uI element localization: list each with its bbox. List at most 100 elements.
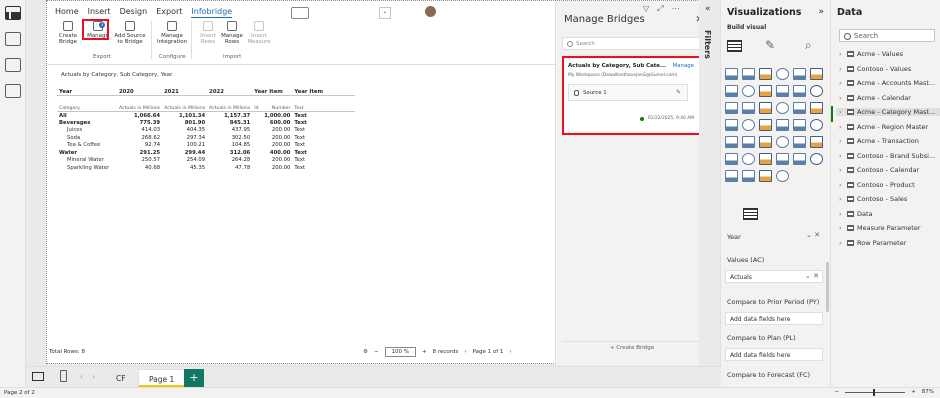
matrix-visual-icon[interactable] xyxy=(743,208,758,220)
visual-type-icon[interactable] xyxy=(810,136,823,148)
visual-type-icon[interactable] xyxy=(759,153,772,165)
visual-type-icon[interactable] xyxy=(742,68,755,80)
visual-type-icon[interactable] xyxy=(793,119,806,131)
visual-type-icon[interactable] xyxy=(759,119,772,131)
values-field[interactable]: Actuals ⌄ ✕ xyxy=(725,270,823,283)
format-visual-icon[interactable]: ✎ xyxy=(765,38,775,52)
visual-type-icon[interactable] xyxy=(725,85,738,97)
visual-type-icon[interactable] xyxy=(725,170,738,182)
desktop-view-icon[interactable] xyxy=(32,372,44,381)
pl-drop-zone[interactable]: Add data fields here xyxy=(725,348,823,361)
expand-chevron-icon[interactable]: › xyxy=(839,166,847,174)
manage-integration-button[interactable]: Manage Integration xyxy=(155,21,189,51)
expand-chevron-icon[interactable]: › xyxy=(839,94,847,102)
visual-type-icon[interactable] xyxy=(742,102,755,114)
expand-chevron-icon[interactable]: « xyxy=(705,4,711,14)
dax-view-icon[interactable] xyxy=(5,84,21,98)
expand-chevron-icon[interactable]: › xyxy=(839,137,847,145)
visual-type-icon[interactable] xyxy=(793,102,806,114)
expand-chevron-icon[interactable]: › xyxy=(839,108,847,116)
data-table-item[interactable]: › Acme - Category Mast... xyxy=(836,108,940,116)
visual-type-icon[interactable] xyxy=(759,68,772,80)
build-visual-icon[interactable] xyxy=(727,40,742,52)
analytics-icon[interactable]: ⌕ xyxy=(805,38,812,53)
visual-type-icon[interactable] xyxy=(793,136,806,148)
next-page-button[interactable]: › xyxy=(509,349,511,355)
zoom-in-icon[interactable]: + xyxy=(911,389,916,395)
visual-type-icon[interactable] xyxy=(776,119,789,131)
visual-type-icon[interactable] xyxy=(793,85,806,97)
add-page-button[interactable]: + xyxy=(184,369,204,387)
visual-type-icon[interactable] xyxy=(742,136,755,148)
expand-chevron-icon[interactable]: › xyxy=(839,181,847,189)
mobile-view-icon[interactable] xyxy=(60,370,67,382)
more-options-icon[interactable]: ⋯ xyxy=(672,4,680,14)
data-table-item[interactable]: › Acme - Calendar xyxy=(839,94,911,102)
visual-type-icon[interactable] xyxy=(793,68,806,80)
visual-type-icon[interactable] xyxy=(810,85,823,97)
visual-type-icon[interactable] xyxy=(810,119,823,131)
data-table-item[interactable]: › Contoso - Sales xyxy=(839,195,907,203)
tab-home[interactable]: Home xyxy=(55,7,79,18)
visual-type-icon[interactable] xyxy=(793,153,806,165)
expand-chevron-icon[interactable]: › xyxy=(839,210,847,218)
data-table-item[interactable]: › Acme - Accounts Mast... xyxy=(839,79,935,87)
visual-type-icon[interactable] xyxy=(759,136,772,148)
expand-chevron-icon[interactable]: › xyxy=(839,79,847,87)
data-table-item[interactable]: › Contoso - Product xyxy=(839,181,915,189)
visual-type-icon[interactable] xyxy=(742,170,755,182)
expand-chevron-icon[interactable]: › xyxy=(839,195,847,203)
insert-measure-button[interactable]: Insert Measure xyxy=(243,21,275,51)
data-table-item[interactable]: › Data xyxy=(839,210,873,218)
focus-mode-icon[interactable]: ⤢ xyxy=(657,4,663,14)
page-tab-page1[interactable]: Page 1 xyxy=(138,369,186,387)
visual-type-icon[interactable] xyxy=(776,170,789,182)
visual-type-icon[interactable] xyxy=(759,102,772,114)
zoom-level-select[interactable]: 100 % xyxy=(384,347,417,357)
visual-type-icon[interactable] xyxy=(725,136,738,148)
settings-gear-icon[interactable]: ⚙ xyxy=(363,349,368,355)
data-search-input[interactable]: Search xyxy=(839,29,935,42)
tab-infobridge[interactable]: Infobridge xyxy=(191,7,233,18)
row-label[interactable]: Beverages xyxy=(57,119,117,127)
data-table-item[interactable]: › Acme - Values xyxy=(839,50,903,58)
table-view-icon[interactable] xyxy=(5,32,21,46)
py-drop-zone[interactable]: Add data fields here xyxy=(725,312,823,325)
data-table-item[interactable]: › Row Parameter xyxy=(839,239,906,247)
zoom-slider[interactable] xyxy=(845,388,906,396)
visual-type-icon[interactable] xyxy=(759,85,772,97)
chevron-down-icon[interactable]: ⌄ xyxy=(379,7,391,19)
visual-type-icon[interactable] xyxy=(810,153,823,165)
data-table-item[interactable]: › Contoso - Calendar xyxy=(839,166,919,174)
visual-type-icon[interactable] xyxy=(776,85,789,97)
expand-chevron-icon[interactable]: › xyxy=(839,123,847,131)
tab-design[interactable]: Design xyxy=(120,7,148,18)
tab-export[interactable]: Export xyxy=(156,7,182,18)
avatar[interactable] xyxy=(425,6,436,17)
data-table-item[interactable]: › Acme - Transaction xyxy=(839,137,919,145)
model-view-icon[interactable] xyxy=(5,58,21,72)
create-bridge-link[interactable]: + Create Bridge xyxy=(562,341,702,353)
viz-scrollbar[interactable] xyxy=(826,262,829,312)
visual-type-icon[interactable] xyxy=(776,102,789,114)
visual-type-icon[interactable] xyxy=(725,102,738,114)
add-source-button[interactable]: Add Source to Bridge xyxy=(113,21,147,51)
expand-chevron-icon[interactable]: › xyxy=(839,152,847,160)
visual-type-icon[interactable] xyxy=(810,68,823,80)
filter-icon[interactable]: ▽ xyxy=(643,4,649,14)
zoom-out-button[interactable]: − xyxy=(374,349,379,355)
remove-field-icon[interactable]: ⌄ ✕ xyxy=(805,272,819,280)
visual-type-icon[interactable] xyxy=(759,170,772,182)
data-table-item[interactable]: › Acme - Region Master xyxy=(839,123,928,131)
visual-type-icon[interactable] xyxy=(725,119,738,131)
visual-type-icon[interactable] xyxy=(776,68,789,80)
visual-type-icon[interactable] xyxy=(810,102,823,114)
zoom-in-button[interactable]: + xyxy=(422,349,427,355)
zoom-out-icon[interactable]: − xyxy=(835,389,840,395)
prev-page-button[interactable]: ‹ xyxy=(464,349,466,355)
expand-chevron-icon[interactable]: › xyxy=(839,239,847,247)
data-table-item[interactable]: › Contoso - Values xyxy=(839,65,911,73)
expand-chevron-icon[interactable]: › xyxy=(839,50,847,58)
visual-options-icon[interactable] xyxy=(291,7,309,19)
expand-chevron-icon[interactable]: › xyxy=(839,224,847,232)
